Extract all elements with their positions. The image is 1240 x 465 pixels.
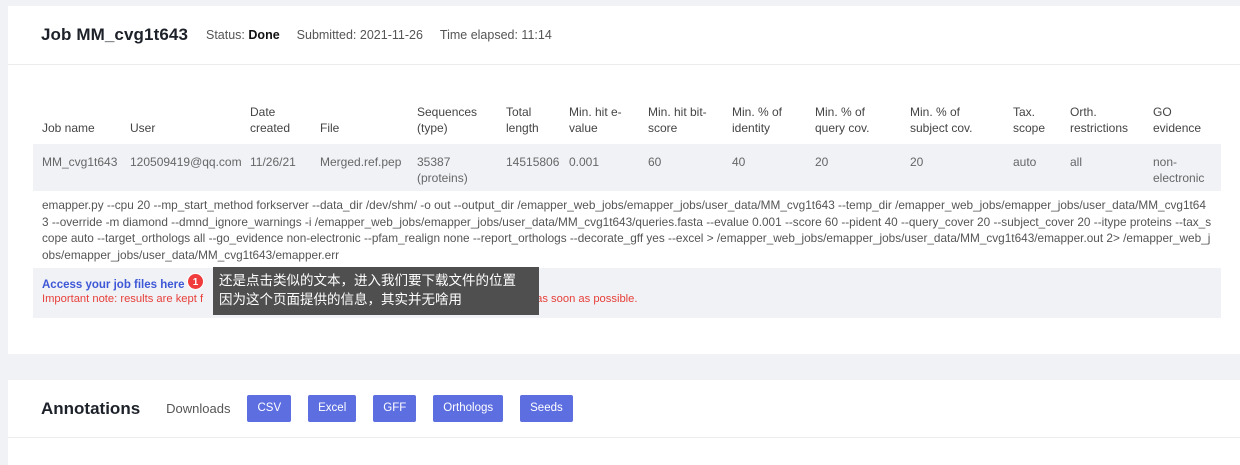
download-excel-button[interactable]: Excel [308, 395, 357, 422]
col-header: User [130, 121, 156, 135]
job-elapsed: Time elapsed: 11:14 [439, 28, 552, 42]
col-header: Min. hit bit-score [648, 105, 707, 135]
col-header: GO evidence [1153, 105, 1202, 135]
table-cell: non-electronic [1153, 155, 1205, 185]
table-cell: 35387 (proteins) [417, 155, 468, 185]
job-submitted: Submitted: 2021-11-26 [296, 28, 423, 42]
table-header-row: Job name User Date created File Sequence… [33, 90, 1221, 144]
col-header: Min. % of query cov. [815, 105, 870, 135]
download-gff-button[interactable]: GFF [373, 395, 417, 422]
annotation-badge: 1 [187, 273, 204, 290]
table-cell: MM_cvg1t643 [42, 155, 118, 169]
tooltip-line-1: 还是点击类似的文本，进入我们要下载文件的位置 [219, 273, 516, 289]
col-header: Date created [250, 105, 291, 135]
table-cell: 60 [648, 155, 662, 169]
col-header: Job name [42, 121, 95, 135]
job-status: Status: Done [206, 28, 280, 42]
downloads-label: Downloads [166, 401, 231, 416]
job-card: Job MM_cvg1t643 Status: Done Submitted: … [8, 6, 1240, 354]
col-header: Sequences (type) [417, 105, 478, 135]
col-header: Total length [506, 105, 539, 135]
status-label: Status: [206, 28, 245, 42]
job-title: Job MM_cvg1t643 [41, 25, 188, 44]
col-header: Orth. restrictions [1070, 105, 1129, 135]
annotations-title: Annotations [41, 398, 141, 418]
table-cell: 40 [732, 155, 746, 169]
job-params-table: Job name User Date created File Sequence… [33, 90, 1221, 194]
annotations-card: Annotations Downloads CSV Excel GFF Orth… [8, 380, 1240, 465]
table-row: MM_cvg1t643 120509419@qq.com 11/26/21 Me… [33, 144, 1221, 194]
table-cell: 11/26/21 [250, 155, 296, 169]
table-cell: Merged.ref.pep [320, 155, 402, 169]
table-cell: 120509419@qq.com [130, 155, 242, 169]
job-files-box: Access your job files here Important not… [33, 268, 1221, 318]
table-cell: 20 [815, 155, 829, 169]
download-csv-button[interactable]: CSV [247, 395, 292, 422]
command-line-text: emapper.py --cpu 20 --mp_start_method fo… [33, 191, 1221, 268]
annotations-header: Annotations Downloads CSV Excel GFF Orth… [8, 380, 1240, 438]
col-header: Min. % of subject cov. [910, 105, 973, 135]
table-cell: 14515806 [506, 155, 560, 169]
table-cell: 20 [910, 155, 924, 169]
important-note-visible: Important note: results are kept f [42, 293, 204, 305]
table-cell: 0.001 [569, 155, 600, 169]
col-header: Min. % of identity [732, 105, 783, 135]
status-value: Done [248, 28, 280, 42]
annotation-tooltip: 还是点击类似的文本，进入我们要下载文件的位置 因为这个页面提供的信息，其实并无啥… [213, 267, 539, 315]
col-header: File [320, 121, 340, 135]
col-header: Min. hit e-value [569, 105, 622, 135]
tooltip-line-2: 因为这个页面提供的信息，其实并无啥用 [219, 292, 462, 308]
download-seeds-button[interactable]: Seeds [520, 395, 573, 422]
job-header: Job MM_cvg1t643 Status: Done Submitted: … [8, 6, 1240, 65]
table-cell: auto [1013, 155, 1037, 169]
col-header: Tax. scope [1013, 105, 1046, 135]
table-cell: all [1070, 155, 1083, 169]
download-orthologs-button[interactable]: Orthologs [433, 395, 504, 422]
